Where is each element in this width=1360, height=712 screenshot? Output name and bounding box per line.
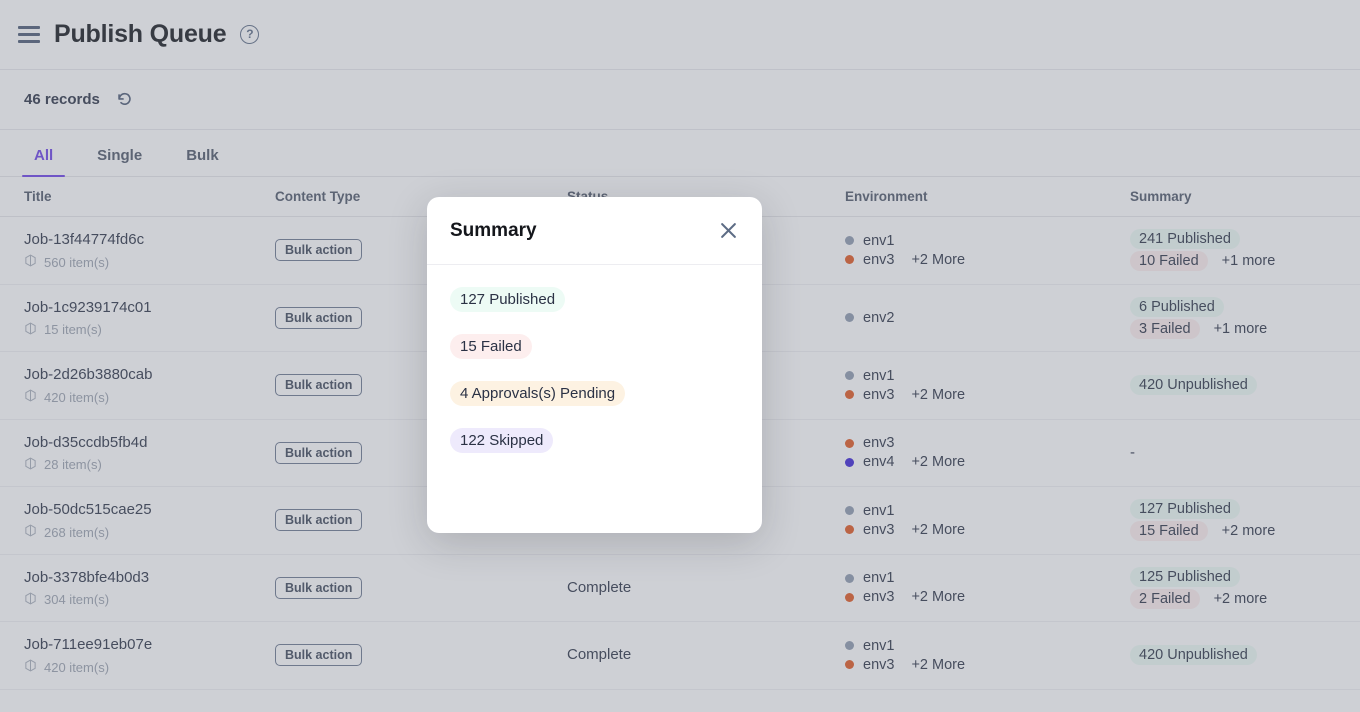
modal-title: Summary [450,219,537,241]
modal-header: Summary [427,197,762,265]
summary-badge: 4 Approvals(s) Pending [450,381,626,406]
summary-badge: 15 Failed [450,334,532,359]
modal-body: 127 Published 15 Failed 4 Approvals(s) Pen… [427,265,762,453]
summary-modal: Summary 127 Published 15 Failed 4 Approval… [427,197,762,533]
summary-badge: 127 Published [450,287,566,312]
summary-badge: 122 Skipped [450,428,554,453]
close-icon[interactable] [716,219,740,243]
